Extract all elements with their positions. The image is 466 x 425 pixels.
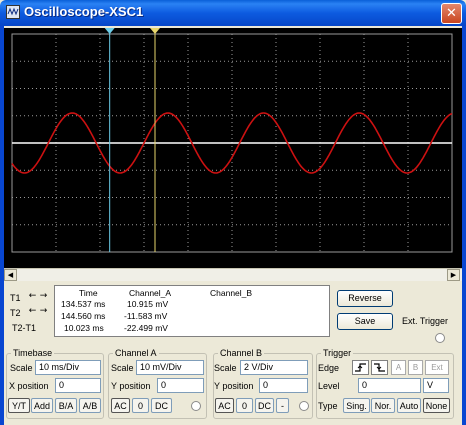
reverse-button[interactable]: Reverse <box>337 290 393 307</box>
oscilloscope-screen <box>4 28 462 268</box>
ext-trigger-label: Ext. Trigger <box>402 316 449 326</box>
t2-right-arrow-icon[interactable]: → <box>38 307 49 317</box>
channel-a-scale-field[interactable]: 10 mV/Div <box>136 360 204 375</box>
t1-time: 134.537 ms <box>61 299 106 309</box>
t1-left-arrow-icon[interactable]: ← <box>27 292 38 302</box>
header-time: Time <box>79 288 98 298</box>
delta-channel-a: -22.499 mV <box>124 323 168 333</box>
falling-edge-icon[interactable] <box>371 360 388 375</box>
t2-channel-a: -11.583 mV <box>124 311 168 321</box>
trigger-source-b-button[interactable]: B <box>408 360 423 375</box>
timebase-scale-label: Scale <box>10 363 33 373</box>
channel-a-ac-button[interactable]: AC <box>111 398 130 413</box>
oscilloscope-icon <box>6 5 20 19</box>
close-icon[interactable]: ✕ <box>441 3 462 24</box>
header-channel-b: Channel_B <box>210 288 253 298</box>
channel-a-terminal[interactable] <box>191 401 201 411</box>
level-unit-field[interactable]: V <box>423 378 449 393</box>
horizontal-scrollbar[interactable]: ◀ ▶ <box>4 268 462 281</box>
channel-b-zero-button[interactable]: 0 <box>236 398 253 413</box>
t1-right-arrow-icon[interactable]: → <box>38 292 49 302</box>
x-position-field[interactable]: 0 <box>55 378 101 393</box>
edge-label: Edge <box>318 363 340 373</box>
type-normal-button[interactable]: Nor. <box>371 398 395 413</box>
type-label: Type <box>318 401 338 411</box>
delta-time: 10.023 ms <box>64 323 104 333</box>
scroll-right-icon[interactable]: ▶ <box>447 269 460 281</box>
scroll-left-icon[interactable]: ◀ <box>4 269 17 281</box>
t1-channel-a: 10.915 mV <box>127 299 169 309</box>
type-none-button[interactable]: None <box>423 398 450 413</box>
channel-b-ac-button[interactable]: AC <box>215 398 234 413</box>
trigger-title: Trigger <box>321 348 354 358</box>
mode-yt-button[interactable]: Y/T <box>8 398 30 413</box>
window-frame-right <box>462 26 466 425</box>
type-auto-button[interactable]: Auto <box>397 398 421 413</box>
trigger-source-ext-button[interactable]: Ext <box>425 360 449 375</box>
rising-edge-icon[interactable] <box>352 360 369 375</box>
save-button[interactable]: Save <box>337 313 393 330</box>
channel-a-ypos-label: Y position <box>111 381 151 391</box>
channel-b-minus-button[interactable]: - <box>276 398 289 413</box>
channel-a-scale-label: Scale <box>111 363 134 373</box>
ext-trigger-terminal[interactable] <box>435 333 445 343</box>
channel-a-zero-button[interactable]: 0 <box>132 398 149 413</box>
window-title: Oscilloscope-XSC1 <box>24 4 144 19</box>
channel-a-title: Channel A <box>113 348 159 358</box>
timebase-scale-field[interactable]: 10 ms/Div <box>35 360 101 375</box>
t2-label: T2 <box>10 308 21 318</box>
cursor-readout-table: Time Channel_A Channel_B 134.537 ms 10.9… <box>54 285 330 337</box>
level-field[interactable]: 0 <box>358 378 421 393</box>
level-label: Level <box>318 381 340 391</box>
channel-a-ypos-field[interactable]: 0 <box>157 378 204 393</box>
cursor-2-marker-icon[interactable] <box>150 28 160 34</box>
trigger-source-a-button[interactable]: A <box>391 360 406 375</box>
channel-b-ypos-field[interactable]: 0 <box>259 378 308 393</box>
mode-ab-button[interactable]: A/B <box>79 398 101 413</box>
channel-b-scale-label: Scale <box>214 363 237 373</box>
channel-b-dc-button[interactable]: DC <box>255 398 274 413</box>
timebase-title: Timebase <box>11 348 55 358</box>
type-single-button[interactable]: Sing. <box>343 398 370 413</box>
channel-b-title: Channel B <box>218 348 265 358</box>
t1-label: T1 <box>10 293 21 303</box>
x-position-label: X position <box>9 381 49 391</box>
channel-a-dc-button[interactable]: DC <box>151 398 172 413</box>
t2-time: 144.560 ms <box>61 311 106 321</box>
t2-t1-label: T2-T1 <box>12 323 37 333</box>
mode-add-button[interactable]: Add <box>31 398 53 413</box>
t2-left-arrow-icon[interactable]: ← <box>27 307 38 317</box>
header-channel-a: Channel_A <box>129 288 172 298</box>
channel-b-ypos-label: Y position <box>214 381 254 391</box>
cursor-1-marker-icon[interactable] <box>104 28 115 34</box>
channel-b-scale-field[interactable]: 2 V/Div <box>240 360 308 375</box>
channel-b-terminal[interactable] <box>299 401 309 411</box>
mode-ba-button[interactable]: B/A <box>55 398 77 413</box>
